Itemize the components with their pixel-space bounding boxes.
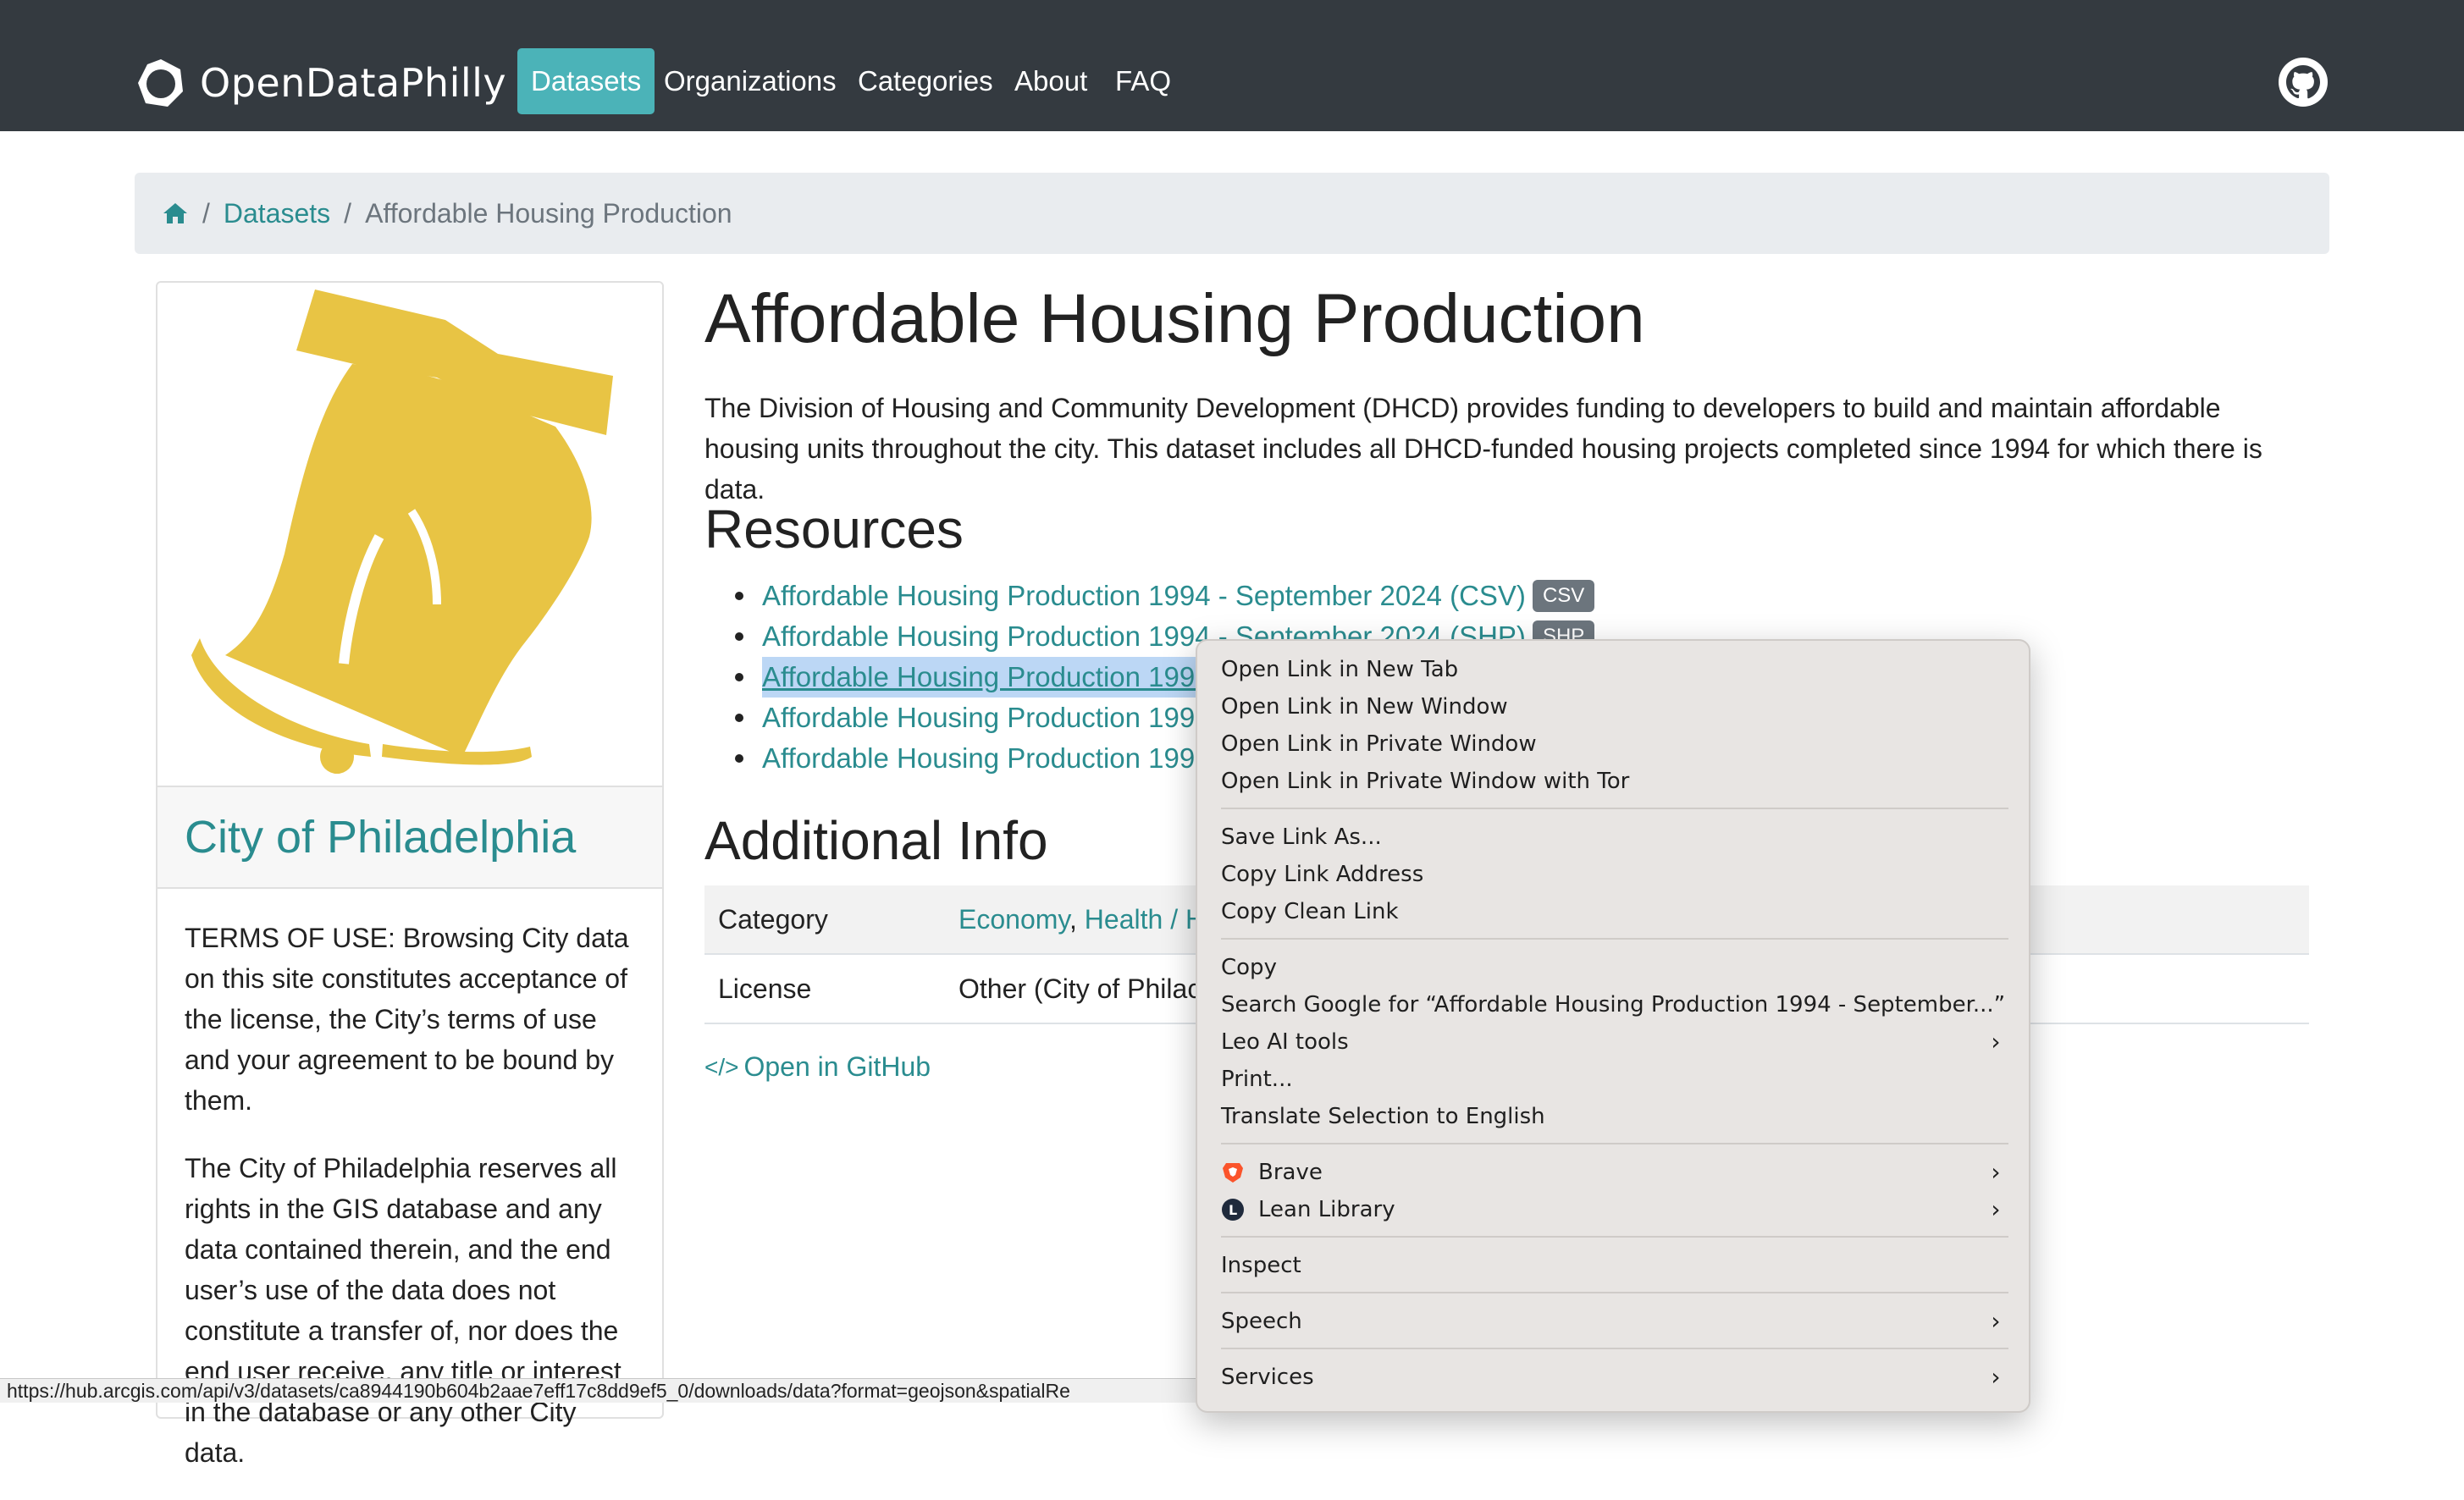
github-icon[interactable] — [2278, 57, 2329, 108]
menu-print[interactable]: Print... — [1221, 1061, 2008, 1098]
bullet — [735, 714, 743, 722]
menu-separator — [1221, 1348, 2008, 1349]
chevron-right-icon: › — [1991, 1028, 2001, 1056]
menu-search-google[interactable]: Search Google for “Affordable Housing Pr… — [1221, 986, 2008, 1023]
bullet — [735, 592, 743, 600]
menu-separator — [1221, 1143, 2008, 1144]
bullet — [735, 632, 743, 641]
menu-separator — [1221, 1236, 2008, 1238]
menu-services[interactable]: Services › — [1221, 1359, 2008, 1396]
menu-label: Copy Clean Link — [1221, 899, 1399, 924]
breadcrumb: / Datasets / Affordable Housing Producti… — [135, 173, 2329, 254]
menu-open-private-window[interactable]: Open Link in Private Window — [1221, 725, 2008, 763]
menu-copy-clean-link[interactable]: Copy Clean Link — [1221, 893, 2008, 930]
menu-label: Open Link in New Window — [1221, 694, 1508, 720]
context-menu: Open Link in New Tab Open Link in New Wi… — [1196, 639, 2030, 1413]
menu-open-new-window[interactable]: Open Link in New Window — [1221, 688, 2008, 725]
menu-label: Copy Link Address — [1221, 862, 1424, 887]
page-title: Affordable Housing Production — [704, 280, 1645, 357]
top-navbar: OpenDataPhilly Datasets Organizations Ca… — [0, 0, 2464, 131]
menu-label: Translate Selection to English — [1221, 1104, 1545, 1129]
svg-text:L: L — [1229, 1202, 1237, 1218]
category-link[interactable]: Health / H — [1085, 904, 1205, 935]
menu-save-link-as[interactable]: Save Link As... — [1221, 819, 2008, 856]
organization-link[interactable]: City of Philadelphia — [185, 811, 576, 863]
bullet — [735, 673, 743, 681]
breadcrumb-current: Affordable Housing Production — [365, 197, 732, 229]
nav-categories[interactable]: Categories — [844, 48, 1007, 114]
bullet — [735, 754, 743, 763]
breadcrumb-separator: / — [202, 197, 210, 229]
chevron-right-icon: › — [1991, 1195, 2001, 1223]
menu-separator — [1221, 808, 2008, 809]
menu-label: Leo AI tools — [1221, 1029, 1349, 1055]
dataset-description: The Division of Housing and Community De… — [704, 393, 2262, 505]
resource-item: Affordable Housing Production 1994 - Sep… — [720, 576, 1595, 616]
brave-lion-icon — [1223, 1163, 1243, 1183]
info-key: Category — [704, 885, 945, 954]
open-in-github-label: Open in GitHub — [743, 1051, 931, 1082]
menu-leo-ai-tools[interactable]: Leo AI tools › — [1221, 1023, 2008, 1061]
breadcrumb-datasets[interactable]: Datasets — [224, 198, 330, 229]
link-status-bar: https://hub.arcgis.com/api/v3/datasets/c… — [0, 1378, 1207, 1403]
nav-about[interactable]: About — [1001, 48, 1101, 114]
menu-label: Services — [1221, 1365, 1314, 1390]
rights-paragraph: The City of Philadelphia reserves all ri… — [185, 1153, 622, 1468]
nav-datasets[interactable]: Datasets — [517, 48, 655, 114]
info-key: License — [704, 953, 945, 1024]
organization-logo — [157, 283, 662, 787]
menu-label: Copy — [1221, 955, 1277, 980]
organization-card: City of Philadelphia TERMS OF USE: Brows… — [156, 281, 664, 1468]
menu-translate-selection[interactable]: Translate Selection to English — [1221, 1098, 2008, 1135]
resource-link[interactable]: Affordable Housing Production 1994 - Sep… — [762, 576, 1526, 616]
code-icon: </> — [704, 1053, 739, 1080]
brand-home-link[interactable]: OpenDataPhilly — [134, 56, 506, 110]
menu-brave[interactable]: Brave › — [1221, 1154, 2008, 1191]
nav-faq[interactable]: FAQ — [1102, 48, 1185, 114]
format-badge: CSV — [1532, 580, 1595, 612]
home-icon[interactable] — [162, 200, 189, 227]
resource-link-selected[interactable]: Affordable Housing Production 1994 — [762, 657, 1211, 698]
menu-copy[interactable]: Copy — [1221, 949, 2008, 986]
menu-label: Speech — [1221, 1309, 1302, 1334]
odp-logo-icon — [138, 59, 183, 107]
menu-copy-link-address[interactable]: Copy Link Address — [1221, 856, 2008, 893]
menu-speech[interactable]: Speech › — [1221, 1303, 2008, 1340]
additional-info-heading: Additional Info — [704, 810, 1048, 871]
terms-paragraph: TERMS OF USE: Browsing City data on this… — [185, 923, 629, 1116]
lean-library-icon: L — [1222, 1199, 1244, 1221]
menu-label: Open Link in New Tab — [1221, 657, 1459, 682]
open-in-github-link[interactable]: </> Open in GitHub — [704, 1051, 931, 1083]
menu-label: Brave — [1258, 1160, 1323, 1185]
menu-label: Print... — [1221, 1067, 1293, 1092]
menu-inspect[interactable]: Inspect — [1221, 1247, 2008, 1284]
menu-lean-library[interactable]: L Lean Library › — [1221, 1191, 2008, 1228]
menu-label: Lean Library — [1258, 1197, 1395, 1222]
menu-label: Search Google for “Affordable Housing Pr… — [1221, 992, 2006, 1017]
menu-label: Open Link in Private Window with Tor — [1221, 769, 1630, 794]
menu-label: Open Link in Private Window — [1221, 731, 1537, 757]
resource-link[interactable]: Affordable Housing Production 1994 — [762, 698, 1211, 738]
chevron-right-icon: › — [1991, 1307, 2001, 1335]
organization-name-bar: City of Philadelphia — [157, 787, 662, 889]
menu-label: Inspect — [1221, 1253, 1301, 1278]
chevron-right-icon: › — [1991, 1363, 2001, 1391]
liberty-bell-logo — [191, 290, 613, 774]
category-link[interactable]: Economy — [959, 904, 1069, 935]
breadcrumb-separator: / — [344, 197, 352, 229]
menu-separator — [1221, 1292, 2008, 1293]
terms-of-use: TERMS OF USE: Browsing City data on this… — [185, 918, 642, 1500]
nav-organizations[interactable]: Organizations — [650, 48, 850, 114]
brand-name: OpenDataPhilly — [200, 60, 507, 106]
menu-label: Save Link As... — [1221, 824, 1382, 850]
chevron-right-icon: › — [1991, 1158, 2001, 1186]
menu-open-private-tor[interactable]: Open Link in Private Window with Tor — [1221, 763, 2008, 800]
menu-separator — [1221, 938, 2008, 940]
resource-link[interactable]: Affordable Housing Production 1994 — [762, 738, 1211, 779]
menu-open-new-tab[interactable]: Open Link in New Tab — [1221, 651, 2008, 688]
resources-heading: Resources — [704, 499, 964, 560]
